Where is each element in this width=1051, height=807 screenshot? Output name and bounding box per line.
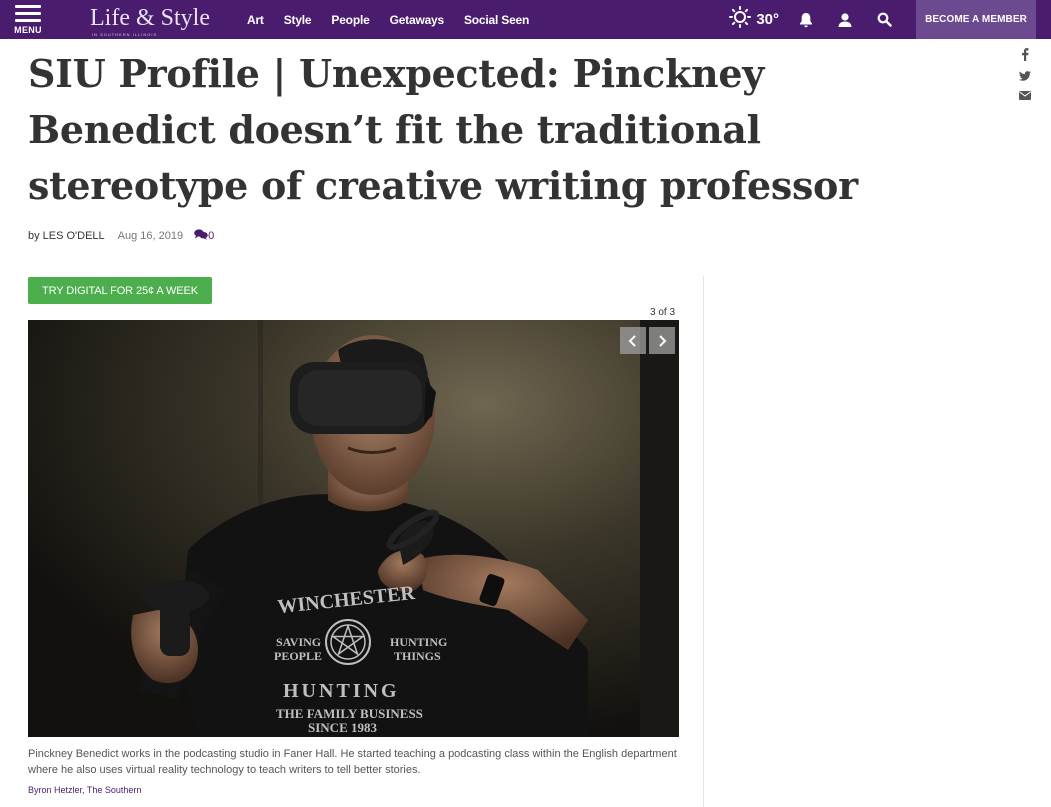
- shirt-text-hunting-small: HUNTING: [390, 635, 447, 649]
- nav-link-social-seen[interactable]: Social Seen: [464, 13, 529, 27]
- chevron-left-icon: [628, 334, 636, 347]
- weather-temperature: 30°: [756, 11, 779, 28]
- shirt-text-things: THINGS: [394, 649, 441, 663]
- nav-link-style[interactable]: Style: [284, 13, 312, 27]
- byline: by LES O'DELL Aug 16, 2019 0: [28, 229, 214, 243]
- vr-headset-photo: WINCHESTER SAVING PEOPLE HUNTING THINGS …: [28, 320, 679, 737]
- weather-widget[interactable]: 30°: [729, 6, 779, 33]
- top-nav-bar: MENU Life & Style IN SOUTHERN ILLINOIS A…: [0, 0, 1051, 39]
- sun-icon: [729, 6, 752, 33]
- comments-link[interactable]: 0: [194, 229, 214, 243]
- photo-caption: Pinckney Benedict works in the podcastin…: [28, 748, 677, 776]
- search-icon[interactable]: [877, 12, 892, 27]
- shirt-text-hunting: HUNTING: [283, 680, 400, 702]
- shirt-text-saving: SAVING: [276, 635, 321, 649]
- comment-count: 0: [208, 230, 215, 242]
- become-member-button[interactable]: BECOME A MEMBER: [916, 0, 1036, 39]
- chevron-right-icon: [659, 334, 667, 347]
- nav-link-getaways[interactable]: Getaways: [390, 13, 445, 27]
- gallery-counter: 3 of 3: [650, 307, 676, 318]
- hamburger-icon: [15, 4, 41, 22]
- gallery-photo[interactable]: WINCHESTER SAVING PEOPLE HUNTING THINGS …: [28, 320, 679, 737]
- try-digital-button[interactable]: TRY DIGITAL FOR 25¢ A WEEK: [28, 277, 212, 304]
- share-rail: [1019, 48, 1031, 100]
- shirt-text-since: SINCE 1983: [308, 720, 377, 735]
- shirt-text-family-business: THE FAMILY BUSINESS: [276, 706, 423, 721]
- notifications-bell-icon[interactable]: [799, 12, 813, 28]
- byline-prefix: by: [28, 230, 40, 242]
- logo-subtitle: IN SOUTHERN ILLINOIS: [92, 31, 158, 37]
- header-tools: 30° BECOME A MEMBER: [729, 0, 1051, 39]
- facebook-icon[interactable]: [1021, 48, 1029, 61]
- gallery-prev-button[interactable]: [620, 327, 646, 354]
- shirt-text-people: PEOPLE: [274, 649, 322, 663]
- column-divider: [703, 276, 704, 807]
- publish-date: Aug 16, 2019: [117, 230, 184, 242]
- site-logo[interactable]: Life & Style IN SOUTHERN ILLINOIS: [90, 4, 210, 37]
- gallery-next-button[interactable]: [649, 327, 675, 354]
- author-link[interactable]: LES O'DELL: [43, 230, 105, 242]
- article-headline: SIU Profile | Unexpected: Pinckney Bened…: [28, 51, 858, 208]
- nav-link-art[interactable]: Art: [247, 13, 264, 27]
- logo-text: Life & Style: [90, 4, 210, 31]
- email-icon[interactable]: [1019, 91, 1031, 100]
- twitter-icon[interactable]: [1019, 71, 1031, 81]
- menu-button[interactable]: MENU: [0, 0, 56, 39]
- nav-link-people[interactable]: People: [331, 13, 369, 27]
- comments-icon: [194, 229, 208, 243]
- menu-label: MENU: [14, 24, 42, 35]
- user-account-icon[interactable]: [837, 12, 853, 28]
- section-nav: Art Style People Getaways Social Seen: [247, 13, 549, 27]
- photo-credit[interactable]: Byron Hetzler, The Southern: [28, 785, 141, 795]
